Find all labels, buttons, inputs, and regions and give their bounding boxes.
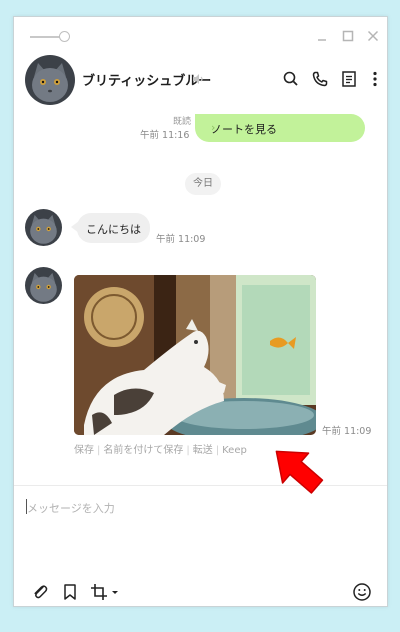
minimize-icon[interactable] <box>314 28 330 44</box>
chat-window: ブリティッシュブルー 既読 午前 11:16 ノートを見る › 今日 こんにちは… <box>13 16 388 607</box>
message-text: こんにちは <box>86 223 141 236</box>
photo-actions: 保存 | 名前を付けて保存 | 転送 | Keep <box>74 441 247 456</box>
message-timestamp: 午前 11:09 <box>156 234 206 245</box>
bookmark-icon[interactable] <box>60 582 80 606</box>
keep-link[interactable]: Keep <box>222 445 247 456</box>
message-input-area[interactable]: メッセージを入力 <box>14 485 387 608</box>
separator: | <box>215 445 220 456</box>
forward-link[interactable]: 転送 <box>193 445 213 456</box>
more-vertical-icon[interactable] <box>365 69 385 89</box>
title-bar <box>14 17 387 53</box>
message-timestamp: 午前 11:09 <box>322 426 372 437</box>
message-bubble[interactable]: こんにちは <box>71 213 150 243</box>
notes-icon[interactable] <box>339 69 359 89</box>
profile-avatar[interactable] <box>25 55 75 105</box>
crop-icon[interactable] <box>90 582 120 606</box>
save-link[interactable]: 保存 <box>74 445 94 456</box>
save-as-link[interactable]: 名前を付けて保存 <box>103 445 183 456</box>
close-icon[interactable] <box>365 28 381 44</box>
phone-icon[interactable] <box>310 69 330 89</box>
speaker-muted-icon <box>191 71 205 90</box>
emoji-icon[interactable] <box>352 582 372 606</box>
search-icon[interactable] <box>281 69 301 89</box>
maximize-icon[interactable] <box>340 28 356 44</box>
shared-photo[interactable] <box>74 275 316 435</box>
message-timestamp: 午前 11:16 <box>140 130 190 141</box>
sender-avatar[interactable] <box>25 267 62 304</box>
message-list[interactable]: 既読 午前 11:16 ノートを見る › 今日 こんにちは 午前 11:09 午… <box>14 111 387 485</box>
separator: | <box>186 445 190 456</box>
chat-header: ブリティッシュブルー <box>14 53 387 111</box>
date-divider: 今日 <box>185 173 221 195</box>
chevron-right-icon: › <box>211 121 216 134</box>
view-note-button[interactable]: ノートを見る › <box>195 114 365 142</box>
sender-avatar[interactable] <box>25 209 62 246</box>
red-arrow-annotation <box>264 444 328 510</box>
message-input[interactable]: メッセージを入力 <box>27 500 115 516</box>
read-receipt: 既読 <box>172 117 191 127</box>
opacity-slider-handle[interactable] <box>59 31 70 42</box>
separator: | <box>97 445 101 456</box>
paperclip-icon[interactable] <box>30 582 50 606</box>
